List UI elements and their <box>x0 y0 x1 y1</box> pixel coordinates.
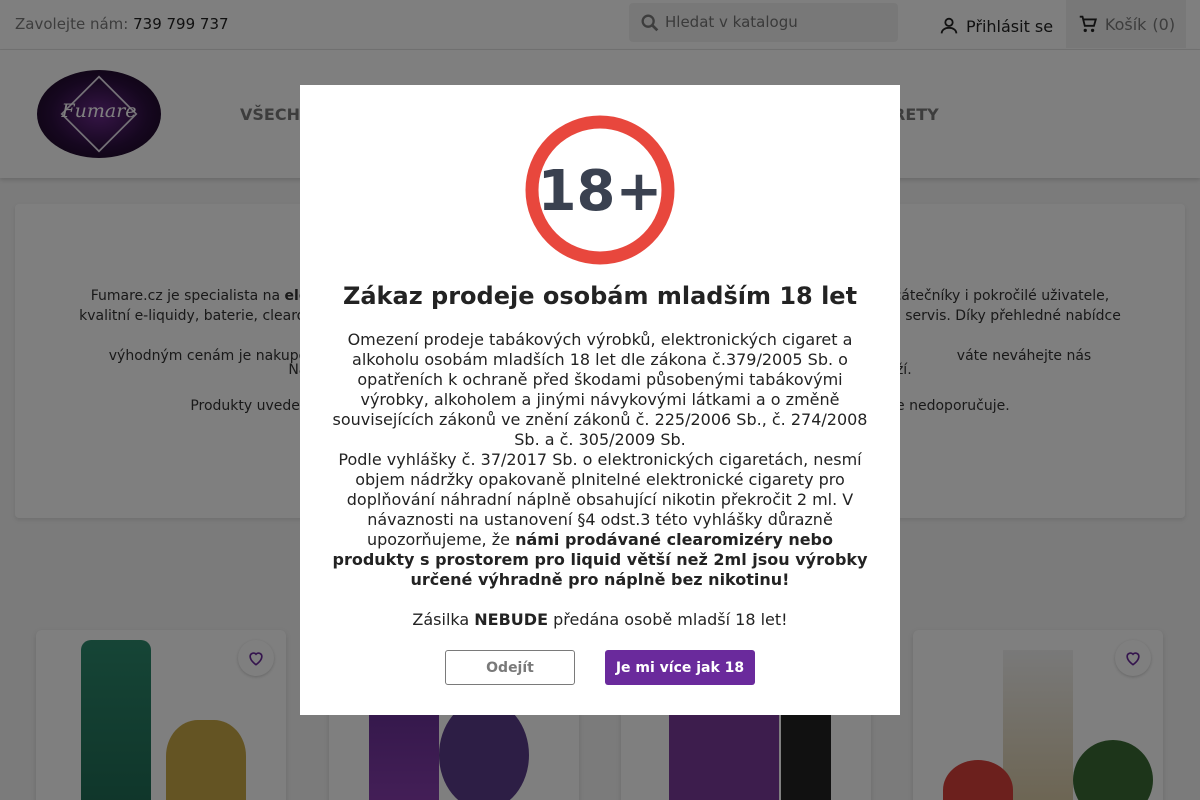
modal-title: Zákaz prodeje osobám mladším 18 let <box>342 282 858 310</box>
modal-shipping-text: Zásilka NEBUDE předána osobě mladší 18 l… <box>330 610 870 630</box>
age-18-badge-icon: 18+ <box>525 115 675 265</box>
age-verification-modal: 18+ Zákaz prodeje osobám mladším 18 let … <box>300 85 900 715</box>
shipping-text-bold: NEBUDE <box>474 610 548 629</box>
shipping-text-end: předána osobě mladší 18 let! <box>548 610 788 629</box>
leave-button[interactable]: Odejít <box>445 650 575 685</box>
modal-legal-text: Omezení prodeje tabákových výrobků, elek… <box>332 330 868 449</box>
badge-text: 18+ <box>538 159 663 224</box>
shipping-text-start: Zásilka <box>412 610 475 629</box>
modal-regulation-text: Podle vyhlášky č. 37/2017 Sb. o elektron… <box>330 450 870 590</box>
accept-age-button[interactable]: Je mi více jak 18 <box>605 650 755 685</box>
